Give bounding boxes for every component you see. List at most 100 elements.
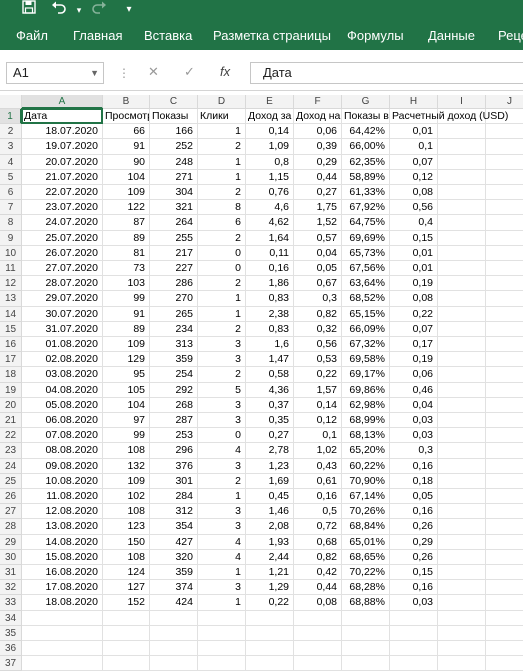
cell-J9[interactable] (486, 231, 523, 246)
cell-D13[interactable]: 1 (198, 291, 246, 307)
cell-B28[interactable]: 123 (103, 519, 150, 535)
cell-G37[interactable] (342, 656, 390, 671)
cell-A14[interactable]: 30.07.2020 (22, 306, 103, 322)
cell-F7[interactable]: 1,75 (294, 200, 342, 216)
cell-B26[interactable]: 102 (103, 489, 150, 505)
cell-F30[interactable]: 0,82 (294, 549, 342, 565)
cell-E15[interactable]: 0,83 (246, 321, 294, 337)
cell-D14[interactable]: 1 (198, 306, 246, 322)
row-header[interactable]: 8 (0, 215, 22, 231)
cell-E25[interactable]: 1,69 (246, 473, 294, 489)
cell-H30[interactable]: 0,26 (390, 549, 438, 565)
cell-E8[interactable]: 4,62 (246, 215, 294, 231)
customize-toolbar-icon[interactable]: ▾ (118, 0, 140, 20)
cell-G33[interactable]: 68,88% (342, 595, 390, 611)
row-header[interactable]: 7 (0, 200, 22, 216)
cell-C5[interactable]: 271 (150, 169, 198, 185)
cell-D21[interactable]: 3 (198, 413, 246, 429)
cell-J6[interactable] (486, 185, 523, 201)
cell-J13[interactable] (486, 291, 523, 307)
cell-F11[interactable]: 0,05 (294, 261, 342, 277)
cell-E22[interactable]: 0,27 (246, 428, 294, 444)
cell-E3[interactable]: 1,09 (246, 139, 294, 155)
cell-I19[interactable] (438, 382, 486, 398)
cell-E18[interactable]: 0,58 (246, 367, 294, 383)
cell-D1[interactable]: Клики (198, 109, 246, 125)
cell-J33[interactable] (486, 595, 523, 611)
cell-E21[interactable]: 0,35 (246, 413, 294, 429)
cell-A25[interactable]: 10.08.2020 (22, 473, 103, 489)
cell-B3[interactable]: 91 (103, 139, 150, 155)
cell-H3[interactable]: 0,1 (390, 139, 438, 155)
cell-D3[interactable]: 2 (198, 139, 246, 155)
row-header[interactable]: 37 (0, 656, 22, 671)
cell-C23[interactable]: 296 (150, 443, 198, 459)
cell-J27[interactable] (486, 504, 523, 520)
cell-D2[interactable]: 1 (198, 124, 246, 140)
cell-C37[interactable] (150, 656, 198, 671)
cell-I15[interactable] (438, 321, 486, 337)
row-header[interactable]: 34 (0, 610, 22, 626)
cell-D8[interactable]: 6 (198, 215, 246, 231)
cell-C19[interactable]: 292 (150, 382, 198, 398)
cell-F3[interactable]: 0,39 (294, 139, 342, 155)
cell-A8[interactable]: 24.07.2020 (22, 215, 103, 231)
cell-B17[interactable]: 129 (103, 352, 150, 368)
cell-F12[interactable]: 0,67 (294, 276, 342, 292)
row-header[interactable]: 5 (0, 169, 22, 185)
cell-C13[interactable]: 270 (150, 291, 198, 307)
cell-A11[interactable]: 27.07.2020 (22, 261, 103, 277)
cell-C8[interactable]: 264 (150, 215, 198, 231)
cell-C12[interactable]: 286 (150, 276, 198, 292)
ribbon-tab-2[interactable]: Вставка (144, 28, 192, 43)
cell-J16[interactable] (486, 337, 523, 353)
formula-input[interactable]: Дата (250, 62, 523, 84)
cell-I37[interactable] (438, 656, 486, 671)
cell-D30[interactable]: 4 (198, 549, 246, 565)
cell-B15[interactable]: 89 (103, 321, 150, 337)
cell-I25[interactable] (438, 473, 486, 489)
cell-I33[interactable] (438, 595, 486, 611)
cell-F13[interactable]: 0,3 (294, 291, 342, 307)
cell-J8[interactable] (486, 215, 523, 231)
cell-B2[interactable]: 66 (103, 124, 150, 140)
cell-D7[interactable]: 8 (198, 200, 246, 216)
cell-F15[interactable]: 0,32 (294, 321, 342, 337)
cell-H24[interactable]: 0,16 (390, 458, 438, 474)
cell-I21[interactable] (438, 413, 486, 429)
column-header-A[interactable]: A (22, 95, 103, 109)
cell-H25[interactable]: 0,18 (390, 473, 438, 489)
redo-icon[interactable] (88, 0, 110, 20)
cell-C24[interactable]: 376 (150, 458, 198, 474)
row-header[interactable]: 35 (0, 625, 22, 641)
cell-G5[interactable]: 58,89% (342, 169, 390, 185)
cell-A1[interactable]: Дата (22, 109, 103, 125)
cell-D9[interactable]: 2 (198, 230, 246, 246)
row-header[interactable]: 1 (0, 109, 22, 125)
cell-B34[interactable] (103, 610, 150, 626)
cell-B18[interactable]: 95 (103, 367, 150, 383)
save-icon[interactable] (18, 0, 40, 20)
cell-E2[interactable]: 0,14 (246, 124, 294, 140)
cell-B16[interactable]: 109 (103, 337, 150, 353)
cell-H6[interactable]: 0,08 (390, 185, 438, 201)
cell-D34[interactable] (198, 610, 246, 626)
cell-A29[interactable]: 14.08.2020 (22, 534, 103, 550)
cell-G28[interactable]: 68,84% (342, 519, 390, 535)
cell-A27[interactable]: 12.08.2020 (22, 504, 103, 520)
cell-C14[interactable]: 265 (150, 306, 198, 322)
cell-H1[interactable]: Расчетный доход (USD) (390, 109, 508, 125)
ribbon-tab-6[interactable]: Реце (498, 28, 523, 43)
cell-F4[interactable]: 0,29 (294, 154, 342, 170)
cell-A17[interactable]: 02.08.2020 (22, 352, 103, 368)
row-header[interactable]: 23 (0, 443, 22, 459)
cell-G34[interactable] (342, 610, 390, 626)
cell-F27[interactable]: 0,5 (294, 504, 342, 520)
cell-H33[interactable]: 0,03 (390, 595, 438, 611)
cell-H14[interactable]: 0,22 (390, 306, 438, 322)
cell-F31[interactable]: 0,42 (294, 565, 342, 581)
cell-D32[interactable]: 3 (198, 580, 246, 596)
cell-J22[interactable] (486, 428, 523, 444)
cell-A35[interactable] (22, 625, 103, 641)
cell-G15[interactable]: 66,09% (342, 321, 390, 337)
